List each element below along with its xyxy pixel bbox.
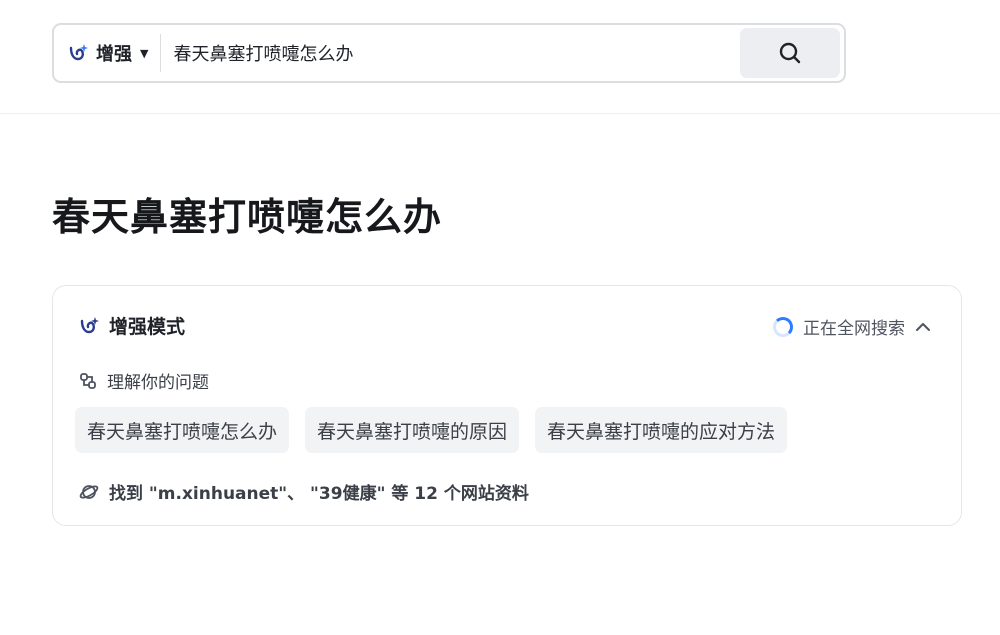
mode-name: 增强模式: [109, 316, 186, 338]
status-text: 正在全网搜索: [803, 319, 905, 339]
mode-label: 增强: [96, 44, 132, 65]
search-box: 增强 ▼: [52, 23, 846, 83]
enhance-icon: [68, 43, 90, 63]
planet-icon: [79, 482, 99, 502]
search-icon: [778, 41, 802, 65]
query-chip[interactable]: 春天鼻塞打喷嚏怎么办: [75, 407, 290, 453]
caret-down-icon: ▼: [140, 46, 149, 60]
query-chips: 春天鼻塞打喷嚏怎么办 春天鼻塞打喷嚏的原因 春天鼻塞打喷嚏的应对方法: [75, 407, 803, 453]
understand-row: 理解你的问题: [79, 368, 209, 393]
card-header: 增强模式: [79, 312, 185, 339]
top-bar: 增强 ▼: [0, 0, 1000, 114]
loading-spinner-icon: [773, 316, 793, 337]
understand-icon: [79, 372, 97, 390]
understand-label: 理解你的问题: [107, 373, 209, 393]
search-status-toggle[interactable]: 正在全网搜索: [773, 314, 931, 339]
search-button[interactable]: [740, 28, 840, 78]
query-chip[interactable]: 春天鼻塞打喷嚏的原因: [305, 407, 520, 453]
query-chip[interactable]: 春天鼻塞打喷嚏的应对方法: [535, 407, 788, 453]
enhance-icon: [79, 316, 101, 336]
search-progress-card: 增强模式 正在全网搜索 理解你的问题 春天鼻塞打喷嚏怎么办 春天鼻塞打喷嚏的原因…: [52, 285, 962, 526]
page-title: 春天鼻塞打喷嚏怎么办: [52, 195, 443, 239]
sources-found-text: 找到 "m.xinhuanet"、 "39健康" 等 12 个网站资料: [109, 484, 529, 504]
mode-dropdown[interactable]: 增强 ▼: [54, 25, 160, 81]
sources-found-row[interactable]: 找到 "m.xinhuanet"、 "39健康" 等 12 个网站资料: [79, 479, 529, 504]
search-input[interactable]: [161, 32, 740, 74]
chevron-up-icon: [915, 321, 931, 333]
